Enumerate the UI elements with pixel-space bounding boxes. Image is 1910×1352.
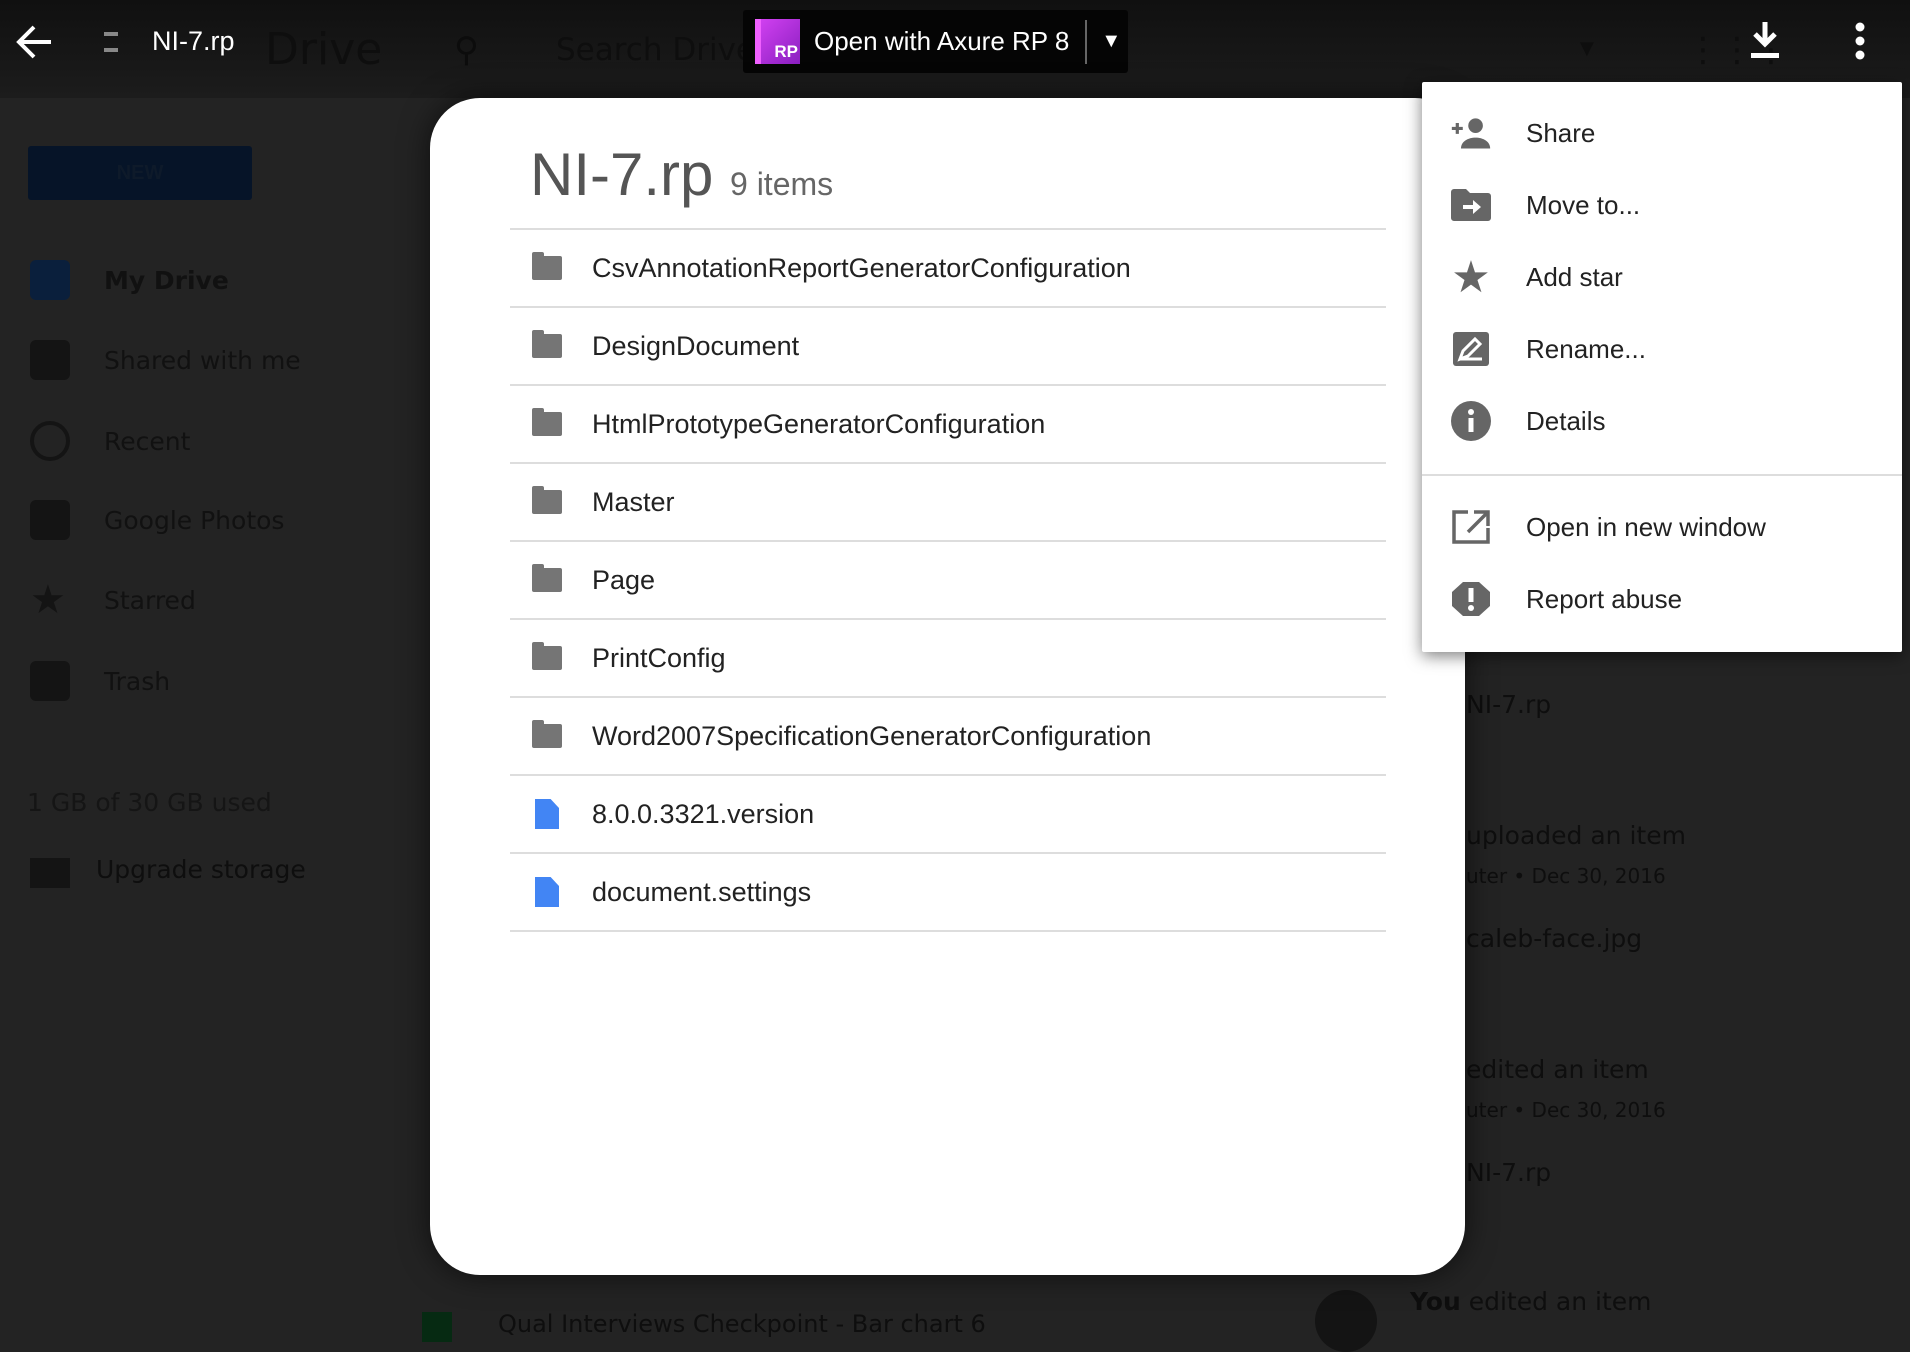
list-item[interactable]: PrintConfig xyxy=(510,620,1386,698)
star-icon: ★ xyxy=(1451,252,1491,302)
avatar xyxy=(1315,1290,1377,1352)
sidebar-item-recent[interactable]: Recent xyxy=(0,406,370,476)
search-icon: ⚲ xyxy=(454,30,479,70)
menu-item-add-star[interactable]: ★ Add star xyxy=(1422,241,1902,313)
list-item[interactable]: document.settings xyxy=(510,854,1386,932)
sidebar-item-my-drive[interactable]: My Drive xyxy=(0,245,370,315)
person-add-icon xyxy=(1450,112,1492,154)
activity-file[interactable]: NI-7.rp xyxy=(1466,690,1551,719)
list-item[interactable]: Master xyxy=(510,464,1386,542)
item-name: CsvAnnotationReportGeneratorConfiguratio… xyxy=(592,252,1131,283)
download-icon[interactable] xyxy=(1748,20,1782,60)
people-icon xyxy=(30,340,70,380)
file-icon xyxy=(535,877,559,907)
list-item[interactable]: Page xyxy=(510,542,1386,620)
more-vert-icon[interactable] xyxy=(1852,22,1868,62)
report-icon xyxy=(1450,578,1492,620)
activity-file[interactable]: caleb-face.jpg xyxy=(1466,924,1642,953)
item-name: Page xyxy=(592,564,656,595)
item-name: document.settings xyxy=(592,876,812,907)
folder-icon xyxy=(532,564,562,592)
file-title: NI-7.rp xyxy=(152,26,235,56)
activity-meta: uter • Dec 30, 2016 xyxy=(1466,864,1666,888)
activity-user: You xyxy=(1410,1287,1461,1316)
menu-item-report-abuse[interactable]: Report abuse xyxy=(1422,563,1902,635)
list-item[interactable]: Word2007SpecificationGeneratorConfigurat… xyxy=(510,698,1386,776)
sidebar-item-shared[interactable]: Shared with me xyxy=(0,325,370,395)
menu-item-move[interactable]: Move to... xyxy=(1422,169,1902,241)
sidebar-item-photos[interactable]: Google Photos xyxy=(0,485,370,555)
folder-icon xyxy=(532,408,562,436)
open-with-label: Open with Axure RP 8 xyxy=(814,26,1070,56)
more-actions-menu: Share Move to... ★ Add star Rename... Det… xyxy=(1422,82,1902,652)
activity-action: uploaded an item xyxy=(1466,821,1686,850)
drive-icon xyxy=(30,260,70,300)
list-item[interactable]: 8.0.0.3321.version xyxy=(510,776,1386,854)
upgrade-storage-link[interactable]: Upgrade storage xyxy=(96,855,306,884)
info-icon xyxy=(1450,400,1492,442)
clock-icon xyxy=(30,421,70,461)
menu-item-rename[interactable]: Rename... xyxy=(1422,313,1902,385)
folder-icon xyxy=(532,330,562,358)
list-item[interactable]: DesignDocument xyxy=(510,308,1386,386)
folder-icon xyxy=(532,486,562,514)
pinwheel-icon xyxy=(30,500,70,540)
folder-icon xyxy=(532,642,562,670)
activity-file[interactable]: NI-7.rp xyxy=(1466,1158,1551,1187)
open-in-new-icon xyxy=(1450,506,1492,548)
trash-icon xyxy=(30,661,70,701)
activity-meta: uter • Dec 30, 2016 xyxy=(1466,1098,1666,1122)
file-type-icon xyxy=(104,32,118,52)
folder-icon xyxy=(532,252,562,280)
menu-divider xyxy=(1422,474,1902,476)
drive-logo-text: Drive xyxy=(265,24,383,75)
storage-icon xyxy=(30,858,70,888)
sidebar-item-starred[interactable]: ★ Starred xyxy=(0,565,370,635)
open-with-button[interactable]: RP Open with Axure RP 8 ▼ xyxy=(743,10,1128,73)
list-item[interactable]: CsvAnnotationReportGeneratorConfiguratio… xyxy=(510,230,1386,308)
item-name: HtmlPrototypeGeneratorConfiguration xyxy=(592,408,1046,439)
activity-action: edited an item xyxy=(1466,1055,1649,1084)
back-arrow-icon[interactable] xyxy=(14,24,54,60)
axure-app-icon: RP xyxy=(755,19,800,64)
item-count: 9 items xyxy=(730,166,834,202)
divider xyxy=(1085,19,1088,64)
item-name: DesignDocument xyxy=(592,330,800,361)
dropdown-arrow-icon[interactable]: ▼ xyxy=(1101,30,1121,53)
sidebar-item-trash[interactable]: Trash xyxy=(0,646,370,716)
folder-move-icon xyxy=(1450,184,1492,226)
star-icon: ★ xyxy=(30,578,66,622)
menu-item-details[interactable]: Details xyxy=(1422,385,1902,457)
file-icon xyxy=(535,799,559,829)
menu-item-open-new-window[interactable]: Open in new window xyxy=(1422,491,1902,563)
folder-icon xyxy=(532,720,562,748)
dialog-title: NI-7.rp xyxy=(530,141,714,208)
sheets-icon xyxy=(422,1312,452,1342)
activity-action: edited an item xyxy=(1460,1287,1652,1316)
item-name: PrintConfig xyxy=(592,642,726,673)
new-button[interactable]: NEW xyxy=(28,146,252,200)
storage-text: 1 GB of 30 GB used xyxy=(27,788,272,817)
item-name: Master xyxy=(592,486,675,517)
item-name: Word2007SpecificationGeneratorConfigurat… xyxy=(592,720,1152,751)
file-row-name[interactable]: Qual Interviews Checkpoint - Bar chart 6 xyxy=(498,1310,986,1338)
list-item[interactable]: HtmlPrototypeGeneratorConfiguration xyxy=(510,386,1386,464)
search-input[interactable]: Search Drive xyxy=(556,32,755,68)
file-list: CsvAnnotationReportGeneratorConfiguratio… xyxy=(510,228,1386,932)
menu-item-share[interactable]: Share xyxy=(1422,97,1902,169)
search-options-icon[interactable]: ▼ xyxy=(1580,38,1594,59)
folder-preview-dialog: NI-7.rp 9 items CsvAnnotationReportGener… xyxy=(430,98,1465,1275)
edit-icon xyxy=(1450,328,1492,370)
item-name: 8.0.0.3321.version xyxy=(592,798,815,829)
